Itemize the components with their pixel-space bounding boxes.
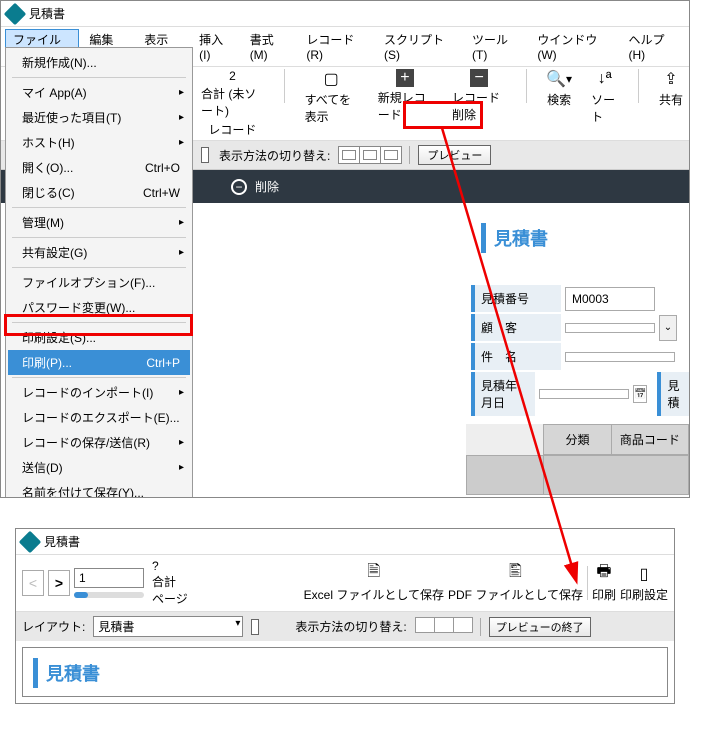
menu-savesend[interactable]: レコードの保存/送信(R) — [8, 430, 190, 455]
estimate-no-field[interactable]: M0003 — [565, 287, 655, 311]
doc-heading: 見積書 — [481, 223, 591, 253]
menu-script[interactable]: スクリプト(S) — [376, 29, 462, 64]
preview-window: 見積書 < > 1 ? 合計 ページ 🗎 Excel ファイルとして保存 🖺 P… — [15, 528, 675, 704]
estimate-no-label: 見積番号 — [471, 285, 561, 312]
menu-open[interactable]: 開く(O)...Ctrl+O — [8, 155, 190, 180]
menu-insert[interactable]: 挿入(I) — [191, 29, 240, 64]
menu-send[interactable]: 送信(D) — [8, 455, 190, 480]
share-icon: ⇪ — [659, 69, 683, 89]
menu-import[interactable]: レコードのインポート(I) — [8, 380, 190, 405]
printer-icon: 🖶 — [596, 564, 611, 584]
layout-select[interactable]: 見積書 — [93, 616, 243, 637]
subject-label: 件 名 — [471, 343, 561, 370]
titlebar: 見積書 — [1, 1, 689, 27]
date-label: 見積年月日 — [471, 372, 535, 416]
record-label: レコード — [208, 121, 256, 138]
menu-help[interactable]: ヘルプ(H) — [620, 29, 685, 64]
window-title: 見積書 — [29, 5, 65, 22]
page-number-field[interactable]: 1 — [74, 568, 144, 588]
page-icon: ▯ — [640, 564, 649, 584]
showall-icon: ▢ — [319, 69, 343, 89]
showall-button[interactable]: ▢ すべてを表示 — [305, 69, 358, 125]
delete-circle-icon[interactable]: − — [231, 179, 247, 195]
record-count: 2 — [229, 69, 236, 83]
titlebar-2: 見積書 — [16, 529, 674, 555]
menu-manage[interactable]: 管理(M) — [8, 210, 190, 235]
pdf-icon: 🖺 — [509, 564, 522, 584]
view-buttons[interactable] — [338, 146, 401, 164]
delete-label: 削除 — [255, 178, 279, 195]
customer-label: 顧 客 — [471, 314, 561, 341]
window-title-2: 見積書 — [44, 533, 80, 550]
preview-doc-heading: 見積書 — [33, 658, 143, 688]
layout-label-2: レイアウト: — [22, 618, 85, 635]
preview-button[interactable]: プレビュー — [418, 145, 491, 165]
menu-changepassword[interactable]: パスワード変更(W)... — [8, 295, 190, 320]
calendar-icon[interactable] — [633, 385, 647, 403]
menu-window[interactable]: ウインドウ(W) — [529, 29, 618, 64]
layout-pencil-icon-2[interactable] — [251, 619, 259, 635]
view-switch-label-2: 表示方法の切り替え: — [295, 618, 406, 635]
add-row-button[interactable]: + 追加 — [471, 495, 689, 498]
table-header: 分類 商品コード — [467, 424, 689, 455]
main-window: 見積書 ファイル(F) 編集(E) 表示(V) 挿入(I) 書式(M) レコード… — [0, 0, 690, 498]
preview-page: 見積書 — [22, 647, 668, 697]
menu-saveas[interactable]: 名前を付けて保存(Y)... — [8, 480, 190, 498]
col-code: 商品コード — [611, 424, 689, 455]
menu-fileoptions[interactable]: ファイルオプション(F)... — [8, 270, 190, 295]
menu-myapp[interactable]: マイ App(A) — [8, 80, 190, 105]
file-menu-dropdown: 新規作成(N)... マイ App(A) 最近使った項目(T) ホスト(H) 開… — [5, 47, 193, 498]
app-logo-icon-2 — [19, 530, 42, 553]
menu-record[interactable]: レコード(R) — [298, 29, 374, 64]
menu-format[interactable]: 書式(M) — [242, 29, 297, 64]
prev-page-button[interactable]: < — [22, 570, 44, 596]
printsetup-button[interactable]: ▯ 印刷設定 — [620, 564, 668, 603]
menu-printsetup[interactable]: 印刷設定(S)... — [8, 325, 190, 350]
print-button[interactable]: 🖶 印刷 — [592, 564, 616, 603]
date-field[interactable] — [539, 389, 629, 399]
sort-button[interactable]: ↓ª ソート — [591, 69, 618, 125]
view-switch-label: 表示方法の切り替え: — [219, 147, 330, 164]
subject-field[interactable] — [565, 352, 675, 362]
menu-recent[interactable]: 最近使った項目(T) — [8, 105, 190, 130]
menu-close[interactable]: 閉じる(C)Ctrl+W — [8, 180, 190, 205]
customer-field[interactable] — [565, 323, 655, 333]
save-excel-button[interactable]: 🗎 Excel ファイルとして保存 — [304, 564, 444, 603]
newrecord-button[interactable]: + 新規レコード — [378, 69, 432, 123]
search-button[interactable]: 🔍▾ 検索 — [547, 69, 571, 108]
view-buttons-2[interactable] — [415, 617, 472, 636]
record-indicator: 2 合計 (未ソート) レコード — [201, 69, 264, 138]
app-logo-icon — [4, 2, 27, 25]
search-icon: 🔍▾ — [547, 69, 571, 89]
sort-icon: ↓ª — [593, 69, 617, 89]
menu-print[interactable]: 印刷(P)...Ctrl+P — [8, 350, 190, 375]
menu-sharesettings[interactable]: 共有設定(G) — [8, 240, 190, 265]
save-pdf-button[interactable]: 🖺 PDF ファイルとして保存 — [448, 564, 583, 603]
menu-host[interactable]: ホスト(H) — [8, 130, 190, 155]
pager-toolbar: < > 1 ? 合計 ページ 🗎 Excel ファイルとして保存 🖺 PDF フ… — [16, 555, 674, 612]
col-category: 分類 — [543, 424, 612, 455]
customer-dropdown[interactable]: ⌄ — [659, 315, 677, 341]
plus-icon: + — [396, 69, 414, 87]
layout-pencil-icon[interactable] — [201, 147, 209, 163]
share-button[interactable]: ⇪ 共有 — [659, 69, 683, 108]
next-page-button[interactable]: > — [48, 570, 70, 596]
deleterecord-button[interactable]: − レコード削除 — [452, 69, 506, 123]
menu-new[interactable]: 新規作成(N)... — [8, 50, 190, 75]
date-trail-label: 見積 — [657, 372, 689, 416]
menu-export[interactable]: レコードのエクスポート(E)... — [8, 405, 190, 430]
record-status: 合計 (未ソート) — [201, 85, 264, 119]
minus-icon: − — [470, 69, 488, 87]
menu-tool[interactable]: ツール(T) — [464, 29, 527, 64]
layout-bar-2: レイアウト: 見積書 表示方法の切り替え: プレビューの終了 — [16, 612, 674, 641]
end-preview-button[interactable]: プレビューの終了 — [489, 617, 591, 637]
page-slider[interactable] — [74, 592, 144, 598]
excel-icon: 🗎 — [367, 564, 380, 584]
